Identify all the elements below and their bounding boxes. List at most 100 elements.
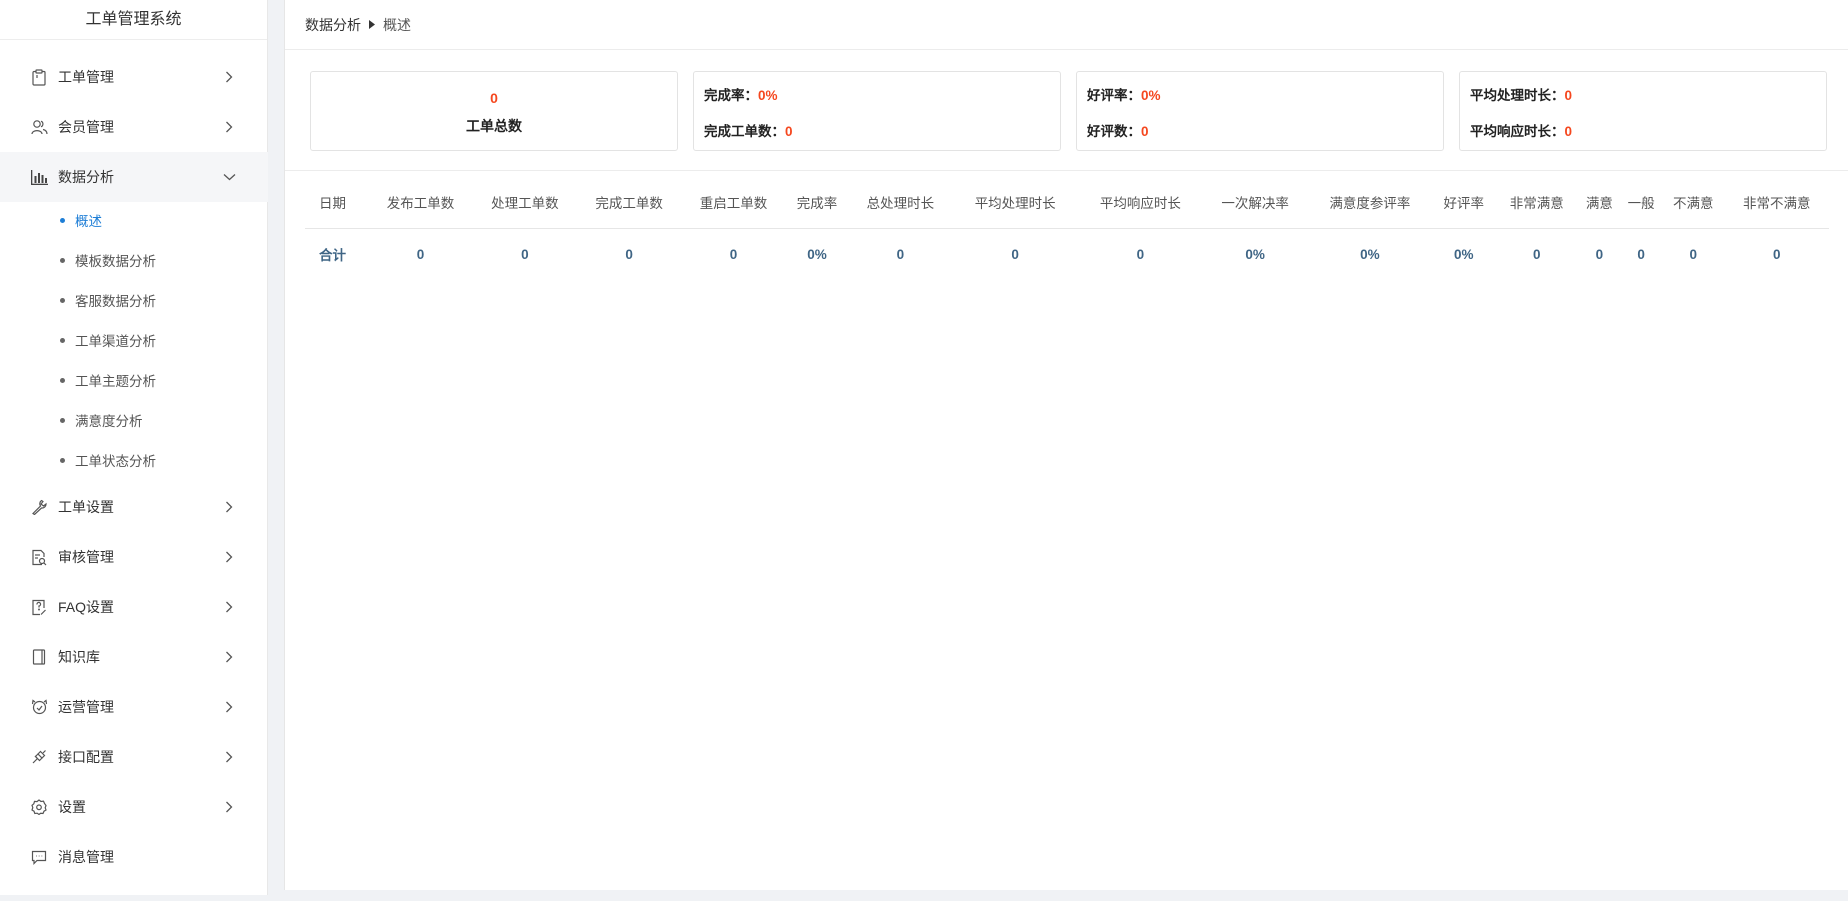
chevron-right-icon — [222, 500, 236, 514]
section-divider — [285, 170, 1848, 171]
sidebar-item-knowledge-base[interactable]: 知识库 — [0, 632, 268, 682]
good-count-line: 好评数：0 — [1087, 120, 1149, 140]
col-reopened: 重启工单数 — [681, 176, 786, 229]
sidebar-item-api-config[interactable]: 接口配置 — [0, 732, 268, 782]
bullet-dot — [60, 217, 65, 223]
col-survey-rate: 满意度参评率 — [1307, 176, 1433, 229]
duration-card: 平均处理时长：0 平均响应时长：0 — [1459, 71, 1827, 151]
sidebar-item-label: 数据分析 — [58, 169, 114, 185]
bullet-dot — [60, 337, 65, 343]
sidebar-item-label: 工单设置 — [58, 499, 114, 515]
submenu-item-label: 工单主题分析 — [75, 374, 156, 389]
app-title: 工单管理系统 — [0, 0, 267, 40]
col-satisfied: 满意 — [1578, 176, 1621, 229]
main-panel: 数据分析 概述 0 工单总数 完成率：0% 完成工单数：0 好评率：0% 好评数… — [284, 0, 1848, 890]
submenu-item-status-analysis[interactable]: 工单状态分析 — [0, 440, 268, 480]
faq-icon — [30, 598, 48, 616]
sidebar-item-label: 审核管理 — [58, 549, 114, 565]
submenu-item-label: 工单渠道分析 — [75, 334, 156, 349]
table-cell: 0 — [729, 246, 738, 262]
table-cell: 0 — [896, 246, 905, 262]
chevron-right-icon — [222, 650, 236, 664]
breadcrumb: 数据分析 概述 — [285, 0, 1848, 50]
table-cell: 0 — [1773, 246, 1781, 262]
breadcrumb-parent[interactable]: 数据分析 — [305, 15, 361, 35]
sidebar-item-settings[interactable]: 设置 — [0, 782, 268, 832]
chevron-right-icon — [222, 700, 236, 714]
sidebar-item-message-management[interactable]: 消息管理 — [0, 832, 268, 882]
avg-response-label: 平均响应时长： — [1470, 124, 1565, 139]
bullet-dot — [60, 257, 65, 263]
avg-handle-value: 0 — [1564, 88, 1573, 103]
col-avg-response: 平均响应时长 — [1077, 176, 1203, 229]
completed-count-label: 完成工单数： — [704, 124, 785, 139]
col-very-dissatisfied: 非常不满意 — [1724, 176, 1829, 229]
sidebar-item-label: 接口配置 — [58, 749, 114, 765]
table-cell: 0 — [1595, 246, 1604, 262]
good-rate-line: 好评率：0% — [1087, 84, 1161, 104]
sidebar-item-member-management[interactable]: 会员管理 — [0, 102, 268, 152]
sidebar-item-label: 设置 — [58, 799, 86, 815]
col-published: 发布工单数 — [368, 176, 473, 229]
audit-icon — [30, 548, 48, 566]
clipboard-icon — [30, 68, 48, 86]
submenu-item-topic-analysis[interactable]: 工单主题分析 — [0, 360, 268, 400]
submenu-item-overview[interactable]: 概述 — [0, 200, 268, 240]
table-cell: 0% — [807, 246, 827, 262]
total-tickets-value: 0 — [490, 90, 498, 106]
good-count-value: 0 — [1141, 124, 1149, 139]
sidebar-item-faq-settings[interactable]: FAQ设置 — [0, 582, 268, 632]
submenu-item-agent-analysis[interactable]: 客服数据分析 — [0, 280, 268, 320]
table-cell: 合计 — [319, 248, 346, 264]
sidebar-item-operations-management[interactable]: 运营管理 — [0, 682, 268, 732]
sidebar-item-label: FAQ设置 — [58, 599, 115, 615]
stats-table: 日期 发布工单数 处理工单数 完成工单数 重启工单数 完成率 总处理时长 平均处… — [305, 176, 1829, 280]
table-cell: 0% — [1360, 246, 1380, 262]
completion-rate-value: 0% — [758, 88, 778, 103]
chevron-right-icon — [222, 70, 236, 84]
chevron-right-icon — [222, 550, 236, 564]
caret-right-icon — [369, 20, 375, 29]
rating-card: 好评率：0% 好评数：0 — [1076, 71, 1444, 151]
table-cell: 0 — [1533, 246, 1541, 262]
col-good-rate: 好评率 — [1432, 176, 1496, 229]
completed-count-line: 完成工单数：0 — [704, 120, 793, 140]
breadcrumb-current: 概述 — [383, 16, 411, 33]
chevron-right-icon — [222, 120, 236, 134]
col-very-satisfied: 非常满意 — [1495, 176, 1579, 229]
gear-icon — [30, 798, 48, 816]
avg-handle-label: 平均处理时长： — [1470, 88, 1565, 103]
sidebar-item-ticket-management[interactable]: 工单管理 — [0, 52, 268, 102]
table-cell: 0 — [521, 246, 529, 262]
col-avg-handle: 平均处理时长 — [952, 176, 1078, 229]
submenu-item-satisfaction-analysis[interactable]: 满意度分析 — [0, 400, 268, 440]
submenu-item-template-analysis[interactable]: 模板数据分析 — [0, 240, 268, 280]
col-first-resolve: 一次解决率 — [1202, 176, 1308, 229]
wrench-icon — [30, 498, 48, 516]
sidebar-item-label: 知识库 — [58, 649, 100, 665]
submenu-item-label: 满意度分析 — [75, 414, 143, 429]
total-tickets-card: 0 工单总数 — [310, 71, 678, 151]
table-cell: 0% — [1454, 246, 1474, 262]
total-tickets-label: 工单总数 — [466, 118, 522, 134]
chevron-right-icon — [222, 600, 236, 614]
plug-icon — [30, 748, 48, 766]
table-cell: 0 — [1637, 246, 1645, 262]
submenu-item-label: 模板数据分析 — [75, 254, 156, 269]
avg-response-line: 平均响应时长：0 — [1470, 120, 1572, 140]
table-cell: 0 — [1011, 246, 1019, 262]
submenu-item-channel-analysis[interactable]: 工单渠道分析 — [0, 320, 268, 360]
sidebar-item-label: 会员管理 — [58, 119, 114, 135]
submenu-item-label: 客服数据分析 — [75, 294, 156, 309]
chevron-down-icon — [222, 170, 236, 184]
table-row: 合计 0 0 0 0 0% 0 0 0 0% 0% 0% 0 0 0 0 0 — [305, 228, 1829, 280]
sidebar-item-label: 运营管理 — [58, 699, 114, 715]
table-cell: 0 — [1136, 246, 1145, 262]
submenu-item-label: 概述 — [75, 214, 102, 229]
sidebar-item-ticket-settings[interactable]: 工单设置 — [0, 482, 268, 532]
col-total-duration: 总处理时长 — [848, 176, 953, 229]
sidebar-item-review-management[interactable]: 审核管理 — [0, 532, 268, 582]
avg-handle-line: 平均处理时长：0 — [1470, 84, 1572, 104]
col-dissatisfied: 不满意 — [1661, 176, 1725, 229]
sidebar-item-data-analysis[interactable]: 数据分析 — [0, 152, 268, 202]
